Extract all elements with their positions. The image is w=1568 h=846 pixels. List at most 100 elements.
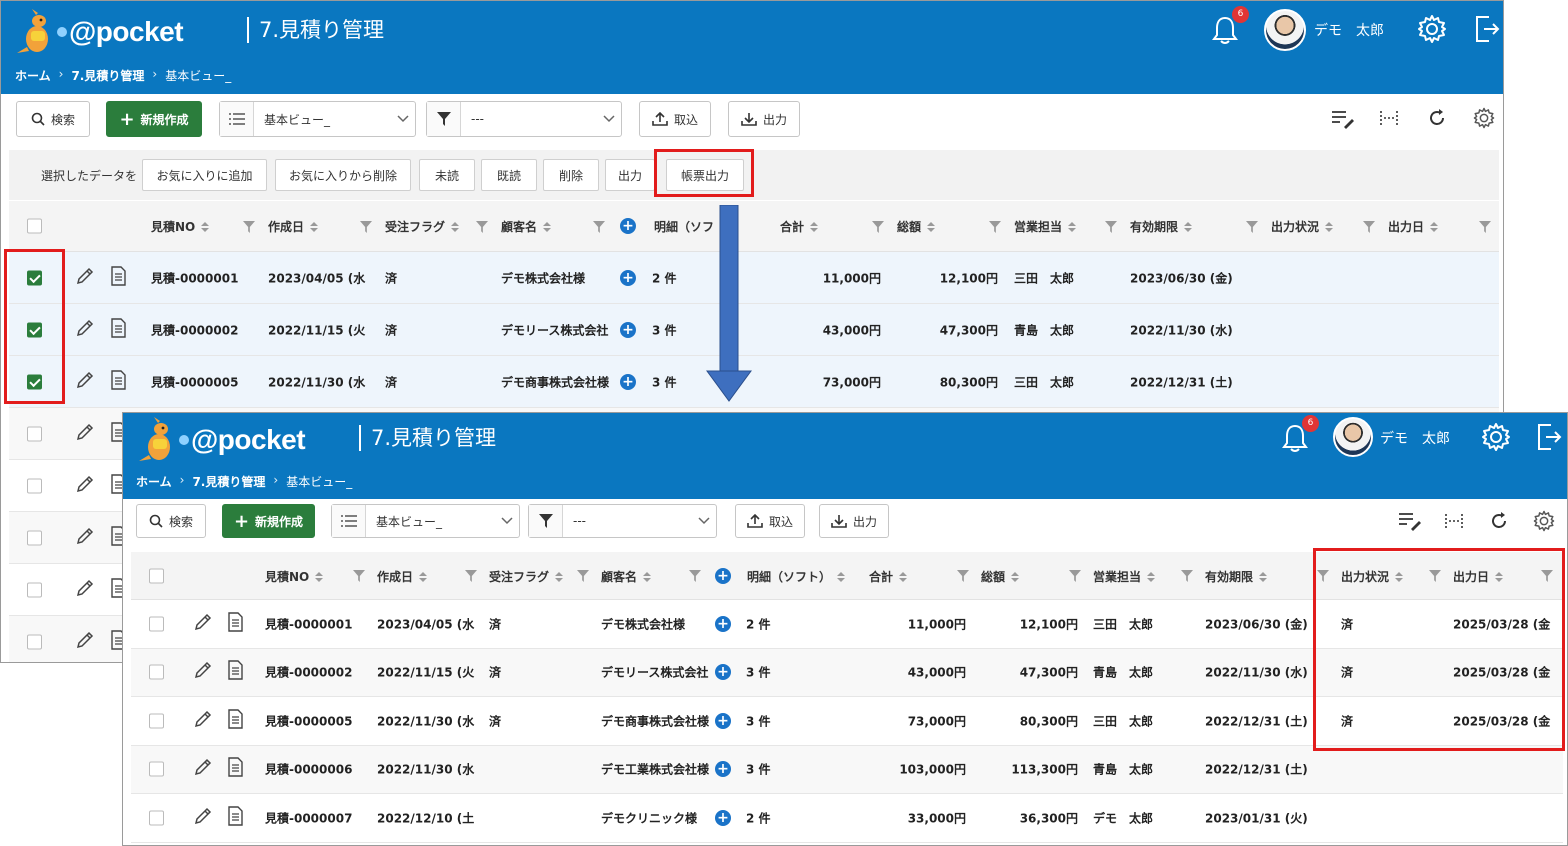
user-name[interactable]: デモ 太郎 [1380,428,1450,448]
view-select[interactable]: 基本ビュー_ [331,504,520,538]
row-checkbox[interactable] [27,634,42,649]
column-filter-icon[interactable] [989,221,1001,233]
column-filter-icon[interactable] [1429,570,1441,582]
select-all-checkbox[interactable] [27,218,42,234]
row-checkbox[interactable] [27,374,42,389]
table-row[interactable]: 見積-0000006 2022/11/30 (水 デモ工業株式会社様 +3 件 103,… [131,745,1563,794]
edit-pencil-icon[interactable] [193,757,213,781]
gear-icon[interactable] [1417,14,1447,44]
bulk-export-button[interactable]: 出力 [605,159,655,191]
edit-pencil-icon[interactable] [193,709,213,733]
table-row[interactable]: 見積-0000002 2022/11/15 (火 済 デモリース株式会社 +3 件 43,… [9,304,1499,356]
mark-read-button[interactable]: 既読 [481,159,537,191]
export-button[interactable]: 出力 [728,101,800,137]
th-quote-no[interactable]: 見積NO [265,568,324,585]
th-sales-rep[interactable]: 営業担当 [1093,568,1156,585]
row-checkbox[interactable] [149,713,164,729]
table-row[interactable]: 見積-0000005 2022/11/30 (水済デモ商事株式会社様 +3 件 73,… [131,697,1563,746]
th-created-date[interactable]: 作成日 [268,218,319,235]
th-sales-rep[interactable]: 営業担当 [1014,218,1077,235]
document-icon[interactable] [226,806,244,830]
edit-pencil-icon[interactable] [193,806,213,830]
new-button[interactable]: + 新規作成 [106,101,202,137]
app-logo[interactable]: @pocket [137,417,306,463]
th-order-flag[interactable]: 受注フラグ [489,568,564,585]
refresh-icon[interactable] [1489,511,1509,531]
row-checkbox[interactable] [149,810,164,826]
column-filter-icon[interactable] [1541,570,1553,582]
th-output-status[interactable]: 出力状況 [1341,568,1404,585]
th-order-flag[interactable]: 受注フラグ [385,218,460,235]
row-checkbox[interactable] [27,478,42,493]
breadcrumb-home[interactable]: ホーム [136,473,172,490]
th-gross[interactable]: 総額 [981,568,1020,585]
th-customer[interactable]: 顧客名 [601,568,652,585]
column-filter-icon[interactable] [872,221,884,233]
column-filter-icon[interactable] [360,221,372,233]
form-output-button[interactable]: 帳票出力 [666,159,744,191]
detail-expand-icon[interactable]: + [715,761,731,778]
import-button[interactable]: 取込 [735,504,805,538]
detail-expand-icon[interactable]: + [715,809,731,826]
th-customer[interactable]: 顧客名 [501,218,552,235]
edit-pencil-icon[interactable] [75,578,95,602]
logout-icon[interactable] [1473,14,1501,44]
add-favorite-button[interactable]: お気に入りに追加 [142,159,267,191]
document-icon[interactable] [226,660,244,684]
edit-list-icon[interactable] [1398,511,1422,531]
import-button[interactable]: 取込 [639,101,711,137]
edit-pencil-icon[interactable] [75,422,95,446]
document-icon[interactable] [226,709,244,733]
row-checkbox[interactable] [149,664,164,680]
detail-expand-icon[interactable]: + [715,615,731,632]
app-logo[interactable]: @pocket [15,9,184,55]
th-gross[interactable]: 総額 [897,218,936,235]
breadcrumb-module[interactable]: 7.見積り管理 [192,473,265,490]
column-filter-icon[interactable] [957,570,969,582]
document-icon[interactable] [109,317,127,342]
edit-pencil-icon[interactable] [75,474,95,498]
edit-list-icon[interactable] [1331,109,1355,129]
th-quote-no[interactable]: 見積NO [151,218,210,235]
avatar[interactable] [1264,9,1306,51]
row-checkbox[interactable] [27,270,42,285]
row-checkbox[interactable] [27,322,42,337]
gear-icon[interactable] [1481,422,1511,452]
column-filter-icon[interactable] [1105,221,1117,233]
export-button[interactable]: 出力 [819,504,889,538]
th-output-status[interactable]: 出力状況 [1271,218,1334,235]
document-icon[interactable] [226,757,244,781]
delete-button[interactable]: 削除 [543,159,599,191]
user-name[interactable]: デモ 太郎 [1314,20,1384,40]
column-filter-icon[interactable] [1246,221,1258,233]
detail-expand-icon[interactable]: + [620,269,636,286]
avatar[interactable] [1333,417,1373,457]
column-filter-icon[interactable] [689,570,701,582]
column-filter-icon[interactable] [465,570,477,582]
detail-expand-icon[interactable]: + [620,321,636,338]
edit-pencil-icon[interactable] [75,526,95,550]
table-row[interactable]: 見積-0000005 2022/11/30 (水済デモ商事株式会社様 +3 件 73,… [9,356,1499,408]
document-icon[interactable] [109,369,127,394]
logout-icon[interactable] [1535,422,1563,452]
breadcrumb-home[interactable]: ホーム [15,67,51,84]
row-checkbox[interactable] [27,582,42,597]
add-column-icon[interactable]: + [620,218,636,234]
edit-pencil-icon[interactable] [193,660,213,684]
refresh-icon[interactable] [1427,108,1447,128]
edit-pencil-icon[interactable] [75,266,95,290]
column-filter-icon[interactable] [476,221,488,233]
edit-pencil-icon[interactable] [193,612,213,636]
detail-expand-icon[interactable]: + [620,373,636,390]
select-all-checkbox[interactable] [149,568,164,584]
row-checkbox[interactable] [149,616,164,632]
column-filter-icon[interactable] [1069,570,1081,582]
column-width-icon[interactable] [1444,512,1464,530]
settings-gear-icon[interactable] [1473,107,1495,129]
search-button[interactable]: 検索 [136,504,206,538]
column-filter-icon[interactable] [1479,221,1491,233]
th-total[interactable]: 合計 [869,568,908,585]
column-width-icon[interactable] [1379,109,1399,127]
document-icon[interactable] [109,265,127,290]
th-output-date[interactable]: 出力日 [1388,218,1439,235]
